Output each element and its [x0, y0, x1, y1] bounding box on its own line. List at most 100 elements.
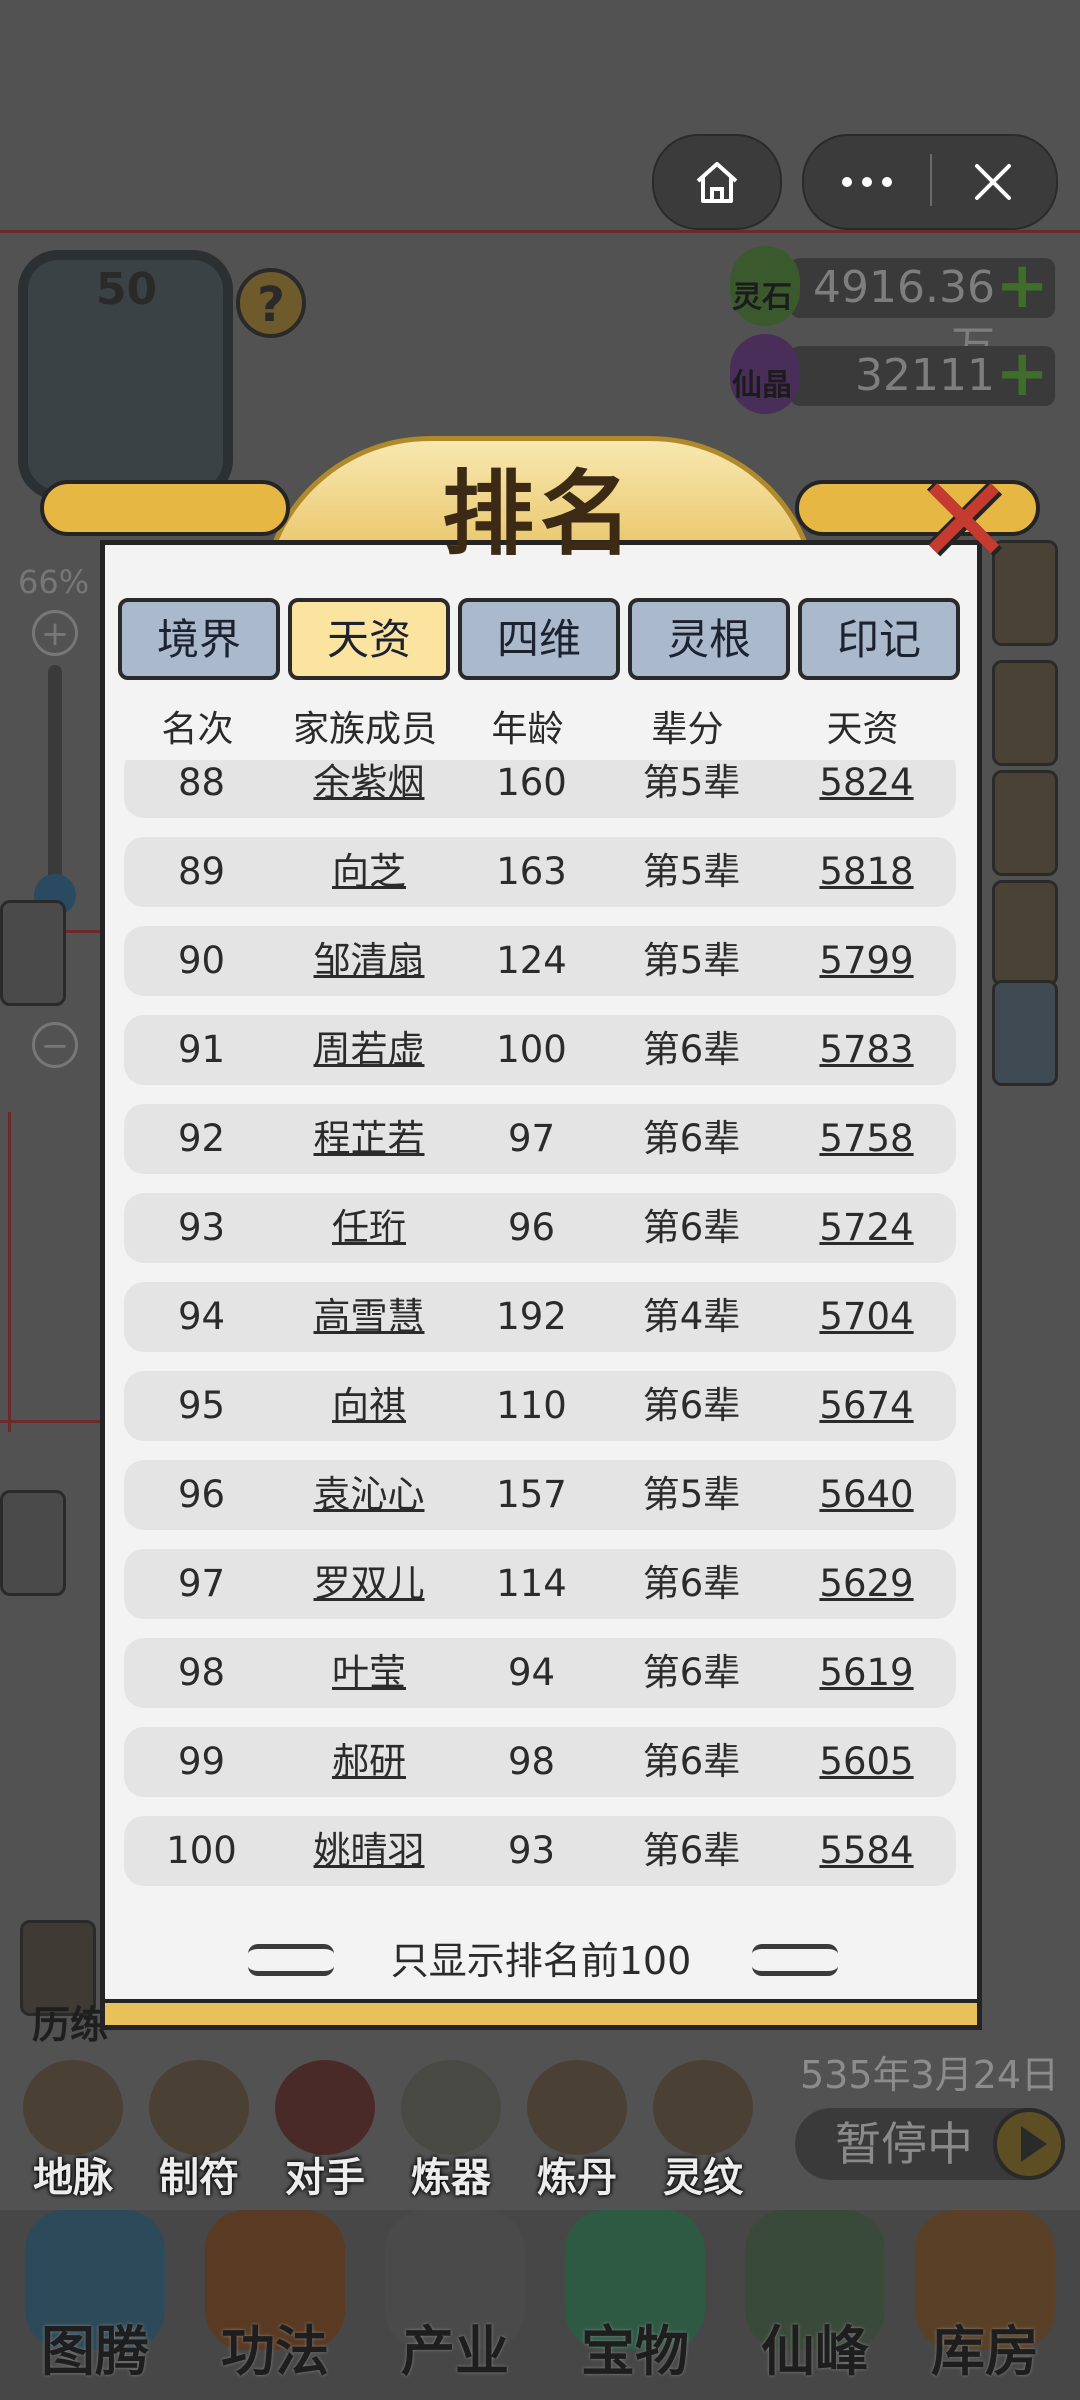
immortal-crystal-label: 仙晶 — [732, 368, 792, 403]
table-row[interactable]: 91 周若虚 100 第6辈 5783 — [124, 1015, 956, 1085]
tab-realm[interactable]: 境界 — [118, 598, 280, 680]
tool-alchemy[interactable]: 炼丹 — [522, 2060, 632, 2203]
member-name-link[interactable]: 余紫烟 — [279, 760, 459, 818]
member-name-link[interactable]: 程芷若 — [279, 1104, 459, 1174]
talent-value-link[interactable]: 5704 — [779, 1282, 954, 1352]
home-icon[interactable] — [654, 136, 780, 228]
tab-four-attributes[interactable]: 四维 — [458, 598, 620, 680]
member-name-link[interactable]: 郝研 — [279, 1727, 459, 1797]
rank-cell: 99 — [177, 1740, 226, 1783]
table-row[interactable]: 97 罗双儿 114 第6辈 5629 — [124, 1549, 956, 1619]
tool-refine-artifact[interactable]: 炼器 — [396, 2060, 506, 2203]
age-cell: 160 — [496, 761, 567, 804]
nav-treasure[interactable]: 宝物 — [550, 2210, 720, 2400]
nav-immortal-peak[interactable]: 仙峰 — [730, 2210, 900, 2400]
rank-cell: 97 — [177, 1562, 226, 1605]
member-name-link[interactable]: 叶莹 — [279, 1638, 459, 1708]
zoom-out-button[interactable]: − — [32, 1022, 78, 1068]
talent-value-link[interactable]: 5584 — [779, 1816, 954, 1886]
member-name-link[interactable]: 周若虚 — [279, 1015, 459, 1085]
tool-row: 地脉 制符 对手 炼器 炼丹 灵纹 — [0, 2060, 1080, 2203]
talent-value-link[interactable]: 5724 — [779, 1193, 954, 1263]
talent-value-link[interactable]: 5605 — [779, 1727, 954, 1797]
talent-value-link[interactable]: 5629 — [779, 1549, 954, 1619]
talent-value-link[interactable]: 5640 — [779, 1460, 954, 1530]
tab-talent[interactable]: 天资 — [288, 598, 450, 680]
nav-totem[interactable]: 图腾 — [10, 2210, 180, 2400]
table-row[interactable]: 95 向祺 110 第6辈 5674 — [124, 1371, 956, 1441]
member-name-link[interactable]: 袁沁心 — [279, 1460, 459, 1530]
talent-value-link[interactable]: 5818 — [779, 837, 954, 907]
speed-x2-item[interactable] — [992, 980, 1058, 1086]
rank-cell: 98 — [177, 1651, 226, 1694]
side-menu-item[interactable] — [992, 660, 1058, 766]
talent-value-link[interactable]: 5619 — [779, 1638, 954, 1708]
close-icon[interactable] — [930, 136, 1056, 228]
table-row[interactable]: 92 程芷若 97 第6辈 5758 — [124, 1104, 956, 1174]
generation-cell: 第6辈 — [642, 1562, 741, 1605]
more-dots-icon[interactable] — [804, 136, 930, 228]
side-menu-item[interactable] — [992, 880, 1058, 986]
home-pill[interactable] — [652, 134, 782, 230]
age-cell: 114 — [496, 1562, 567, 1605]
generation-cell: 第6辈 — [642, 1117, 741, 1160]
nav-industry[interactable]: 产业 — [370, 2210, 540, 2400]
table-row[interactable]: 96 袁沁心 157 第5辈 5640 — [124, 1460, 956, 1530]
zoom-in-button[interactable]: + — [32, 610, 78, 656]
tool-talisman[interactable]: 制符 — [144, 2060, 254, 2203]
immortal-crystal-value: 32111 — [855, 350, 995, 401]
table-row[interactable]: 98 叶莹 94 第6辈 5619 — [124, 1638, 956, 1708]
table-row[interactable]: 100 姚晴羽 93 第6辈 5584 — [124, 1816, 956, 1886]
member-card[interactable] — [0, 900, 66, 1006]
tab-spirit-root[interactable]: 灵根 — [628, 598, 790, 680]
talisman-icon — [149, 2060, 249, 2155]
add-spirit-stone-button[interactable]: + — [995, 254, 1049, 318]
ranking-table[interactable]: 88 余紫烟 160 第5辈 5824 89 向芝 163 第5辈 5818 90 邹清扇 124 第5辈… — [120, 760, 965, 1890]
table-row[interactable]: 89 向芝 163 第5辈 5818 — [124, 837, 956, 907]
member-name-link[interactable]: 邹清扇 — [279, 926, 459, 996]
col-rank: 名次 — [161, 709, 234, 750]
nav-label: 宝物 — [581, 2320, 689, 2383]
immortal-crystal-bar: 仙晶 32111 + — [730, 334, 1055, 414]
generation-cell: 第5辈 — [642, 939, 741, 982]
add-immortal-crystal-button[interactable]: + — [995, 342, 1049, 406]
member-name-link[interactable]: 任珩 — [279, 1193, 459, 1263]
tab-mark[interactable]: 印记 — [798, 598, 960, 680]
member-name-link[interactable]: 向祺 — [279, 1371, 459, 1441]
rank-cell: 93 — [177, 1206, 226, 1249]
member-name-link[interactable]: 高雪慧 — [279, 1282, 459, 1352]
table-row[interactable]: 93 任珩 96 第6辈 5724 — [124, 1193, 956, 1263]
col-talent: 天资 — [826, 709, 899, 750]
talent-value-link[interactable]: 5783 — [779, 1015, 954, 1085]
talent-value-link[interactable]: 5758 — [779, 1104, 954, 1174]
rank-cell: 95 — [177, 1384, 226, 1427]
divider — [0, 230, 1080, 233]
help-button[interactable]: ? — [236, 268, 306, 338]
tool-earth-vein[interactable]: 地脉 — [18, 2060, 128, 2203]
earth-vein-icon — [23, 2060, 123, 2155]
table-row[interactable]: 90 邹清扇 124 第5辈 5799 — [124, 926, 956, 996]
generation-cell: 第6辈 — [642, 1829, 741, 1872]
table-row[interactable]: 88 余紫烟 160 第5辈 5824 — [124, 760, 956, 818]
tool-spirit-pattern[interactable]: 灵纹 — [648, 2060, 758, 2203]
nav-storehouse[interactable]: 库房 — [900, 2210, 1070, 2400]
rank-cell: 94 — [177, 1295, 226, 1338]
member-name-link[interactable]: 向芝 — [279, 837, 459, 907]
alchemy-icon — [527, 2060, 627, 2155]
rank-cell: 100 — [166, 1829, 237, 1872]
talent-value-link[interactable]: 5674 — [779, 1371, 954, 1441]
talent-value-link[interactable]: 5799 — [779, 926, 954, 996]
table-row[interactable]: 99 郝研 98 第6辈 5605 — [124, 1727, 956, 1797]
table-row[interactable]: 94 高雪慧 192 第4辈 5704 — [124, 1282, 956, 1352]
ribbon-left — [40, 480, 290, 536]
member-card[interactable] — [0, 1490, 66, 1596]
tool-label: 炼器 — [411, 2155, 491, 2201]
member-name-link[interactable]: 罗双儿 — [279, 1549, 459, 1619]
tool-opponent[interactable]: 对手 — [270, 2060, 380, 2203]
talent-value-link[interactable]: 5824 — [779, 760, 954, 818]
member-name-link[interactable]: 姚晴羽 — [279, 1816, 459, 1886]
close-x-icon[interactable]: ✕ — [912, 462, 1016, 582]
nav-skills[interactable]: 功法 — [190, 2210, 360, 2400]
rank-cell: 90 — [177, 939, 226, 982]
side-menu-item[interactable] — [992, 770, 1058, 876]
